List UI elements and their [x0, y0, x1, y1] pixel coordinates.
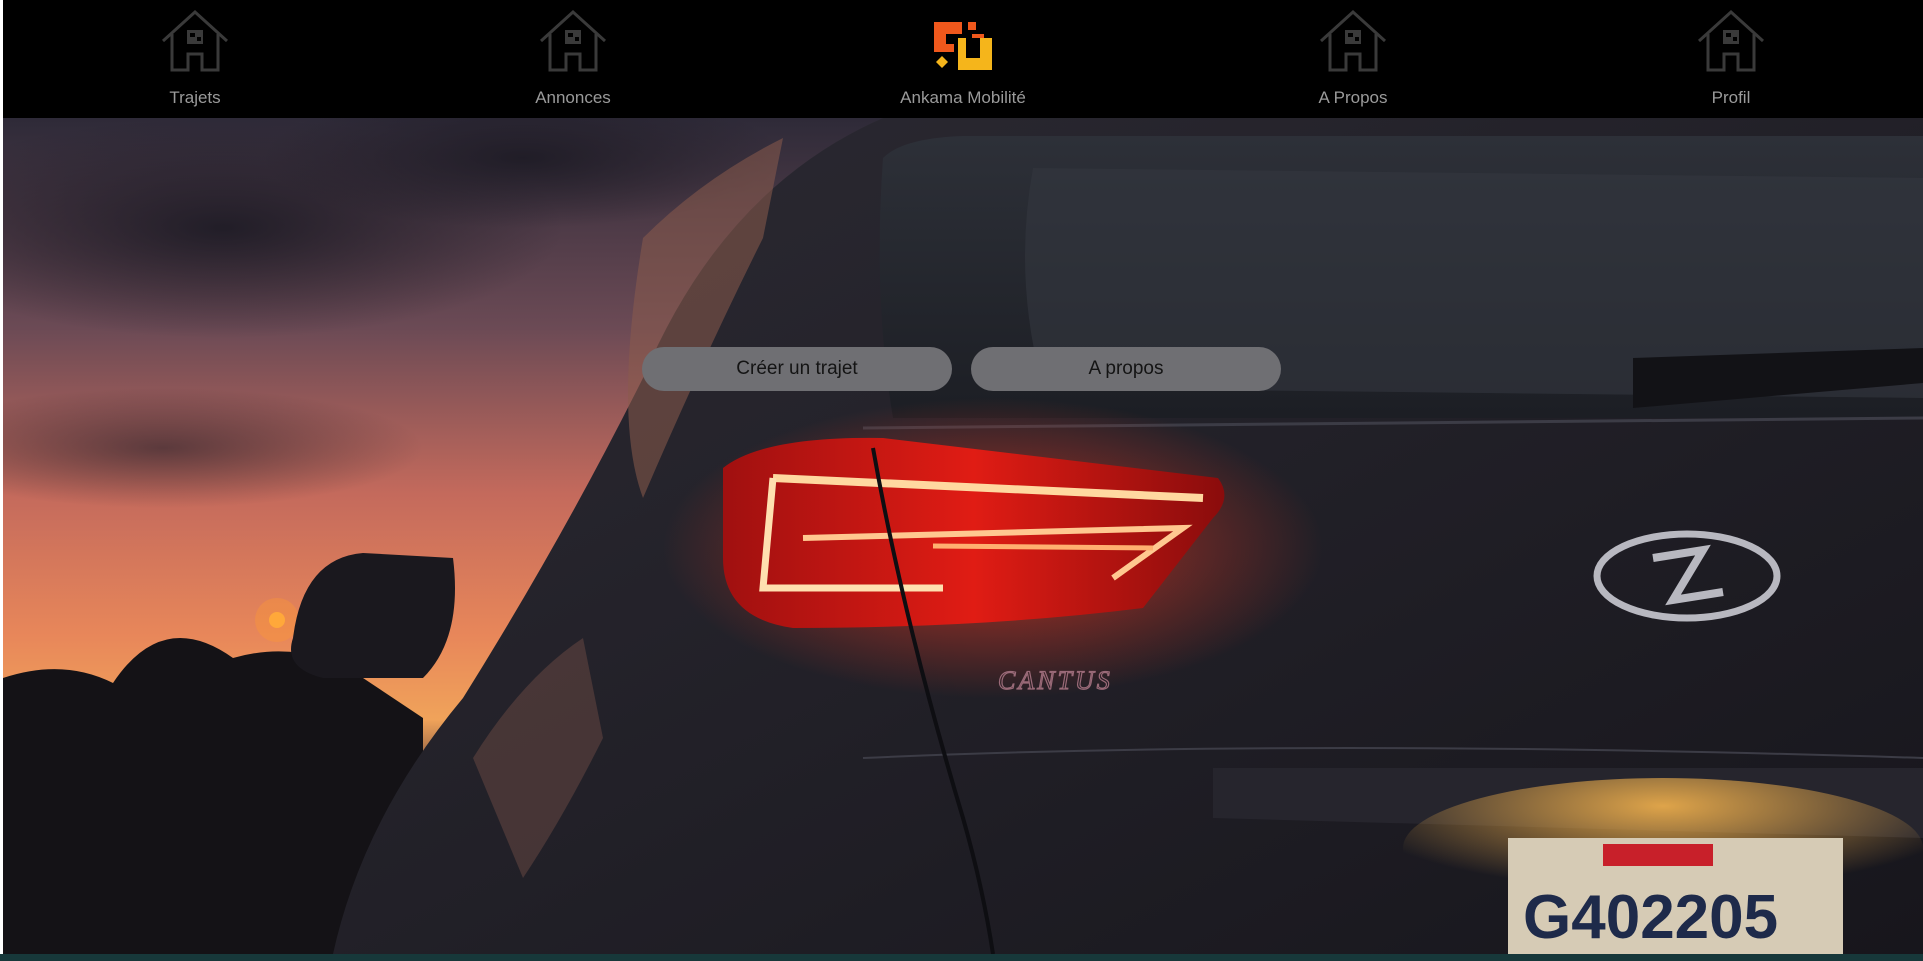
- about-button[interactable]: A propos: [971, 347, 1281, 391]
- bottom-edge-bar: [0, 954, 1923, 961]
- nav-item-a-propos[interactable]: A Propos: [1253, 0, 1453, 118]
- nav-item-home-brand[interactable]: Ankama Mobilité: [863, 0, 1063, 118]
- nav-label-annonces: Annonces: [535, 88, 611, 107]
- page: Trajets Annonces Ankama Mobilité A Propo…: [3, 0, 1923, 954]
- home-icon: [539, 9, 607, 72]
- hero-section: CANTUS G402205 Créer un trajet A propos: [3, 118, 1923, 954]
- home-icon: [1697, 9, 1765, 72]
- hero-background-image: CANTUS G402205: [3, 118, 1923, 954]
- svg-text:CANTUS: CANTUS: [998, 666, 1113, 695]
- nav-label-a-propos: A Propos: [1318, 88, 1388, 107]
- nav-item-trajets[interactable]: Trajets: [95, 0, 295, 118]
- top-navbar: Trajets Annonces Ankama Mobilité A Propo…: [3, 0, 1923, 118]
- home-icon: [161, 9, 229, 72]
- nav-item-annonces[interactable]: Annonces: [473, 0, 673, 118]
- home-icon: [1319, 9, 1387, 72]
- svg-text:G402205: G402205: [1523, 883, 1778, 952]
- ankama-logo: [934, 22, 992, 70]
- nav-label-brand: Ankama Mobilité: [900, 88, 1026, 107]
- nav-label-profil: Profil: [1711, 88, 1751, 107]
- create-trip-button[interactable]: Créer un trajet: [642, 347, 952, 391]
- nav-item-profil[interactable]: Profil: [1631, 0, 1831, 118]
- nav-label-trajets: Trajets: [169, 88, 221, 107]
